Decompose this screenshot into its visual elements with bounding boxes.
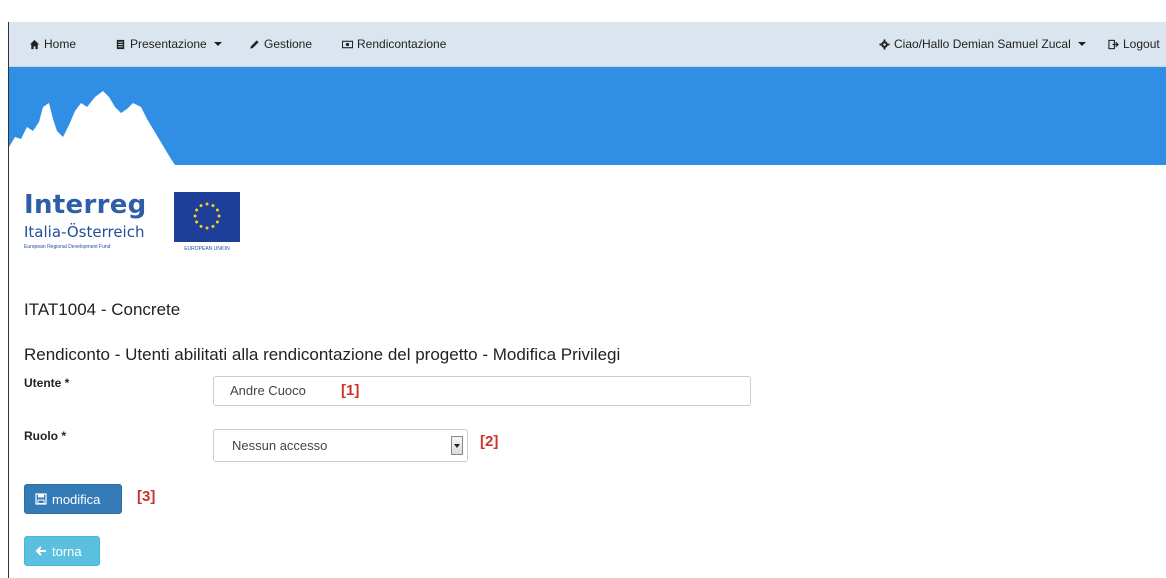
project-title: ITAT1004 - Concrete [24, 300, 181, 319]
logo-wordmark: Interreg [24, 190, 147, 220]
utente-label: Utente * [24, 376, 70, 390]
torna-button-label: torna [52, 543, 82, 559]
ruolo-selected-value: Nessun accesso [232, 438, 328, 453]
logo-subtitle: Italia-Österreich [24, 223, 145, 241]
top-navbar: Home Presentazione Gestione Rendicontazi… [9, 22, 1166, 67]
save-icon [35, 493, 47, 505]
nav-logout-label: Logout [1123, 37, 1160, 51]
annotation-1: [1] [341, 382, 360, 399]
eu-stars [193, 202, 221, 230]
nav-home-label: Home [44, 37, 77, 51]
pencil-icon [250, 39, 259, 49]
eu-label: EUROPEAN UNION [184, 246, 230, 252]
utente-input[interactable] [213, 376, 751, 406]
annotation-2: [2] [480, 433, 499, 450]
ruolo-select[interactable]: Nessun accesso [213, 429, 468, 462]
interreg-logo: Interreg Italia-Österreich European Regi… [24, 190, 254, 258]
modifica-button-label: modifica [52, 491, 101, 507]
logout-icon [1108, 39, 1119, 49]
gear-icon [879, 38, 890, 50]
annotation-3: [3] [137, 488, 156, 505]
torna-button[interactable]: torna [24, 536, 100, 566]
chevron-down-icon [1077, 42, 1086, 46]
nav-presentazione-label: Presentazione [130, 37, 207, 51]
nav-gestione-label: Gestione [264, 37, 313, 51]
home-icon [29, 39, 40, 49]
dropdown-arrow-icon[interactable] [451, 436, 463, 455]
chevron-down-icon [213, 42, 222, 46]
nav-rendicontazione[interactable]: Rendicontazione [342, 22, 446, 66]
document-icon [116, 39, 125, 49]
mountains-graphic [9, 91, 175, 165]
arrow-left-icon [35, 546, 46, 556]
caption-strip [0, 0, 1166, 22]
nav-rendicontazione-label: Rendicontazione [357, 37, 447, 51]
ruolo-label: Ruolo * [24, 429, 66, 443]
nav-user-label: Ciao/Hallo Demian Samuel Zucal [894, 37, 1071, 51]
money-icon [342, 40, 353, 48]
nav-gestione[interactable]: Gestione [249, 22, 312, 66]
modifica-button[interactable]: modifica [24, 484, 122, 514]
nav-user-menu[interactable]: Ciao/Hallo Demian Samuel Zucal [879, 22, 1086, 66]
nav-presentazione[interactable]: Presentazione [115, 22, 222, 66]
logo-tagline: European Regional Development Fund [24, 244, 111, 250]
page-title: Rendiconto - Utenti abilitati alla rendi… [24, 345, 621, 364]
eu-flag-icon [174, 192, 240, 242]
nav-logout[interactable]: Logout [1108, 22, 1160, 66]
nav-home[interactable]: Home [29, 22, 76, 66]
header-banner [9, 67, 1166, 165]
